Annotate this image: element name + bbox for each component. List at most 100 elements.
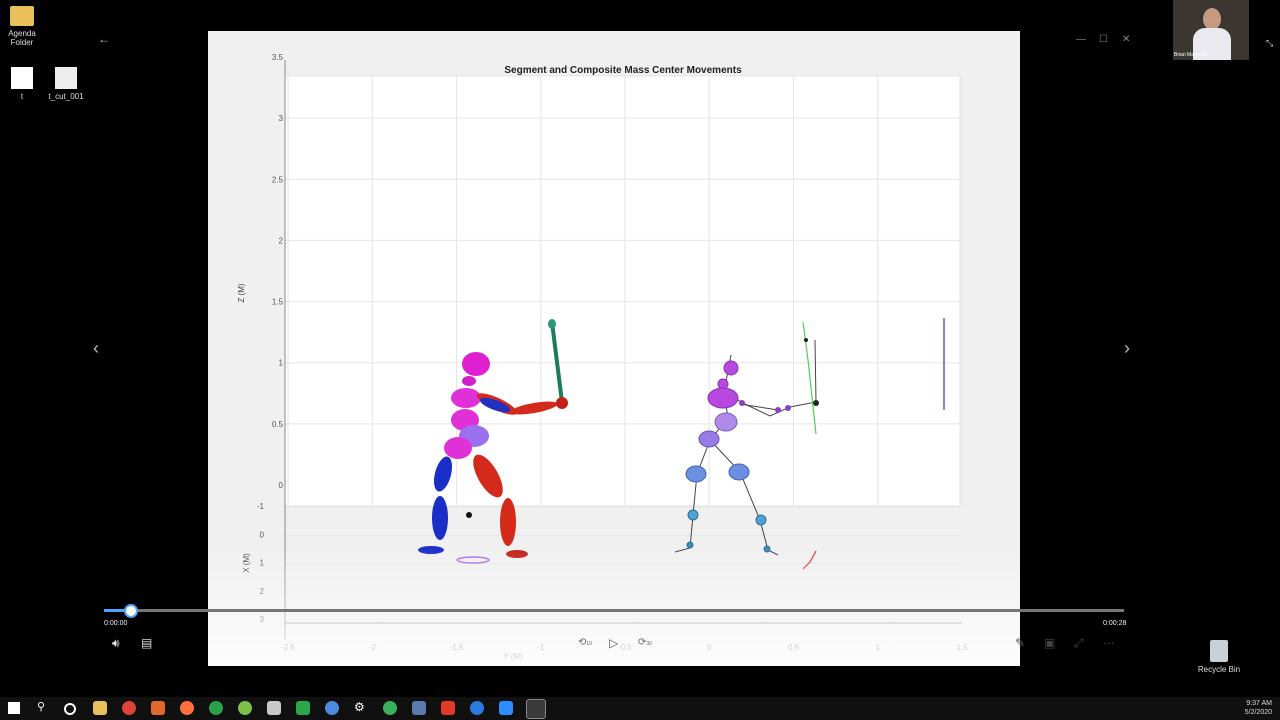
z-tick-label: 1 xyxy=(279,359,284,368)
z-tick-label: 1.5 xyxy=(272,298,284,307)
recycle-bin-icon xyxy=(1210,640,1228,662)
desktop-icon-recycle-bin[interactable]: Recycle Bin xyxy=(1189,640,1249,674)
z-tick-label: 0 xyxy=(279,481,284,490)
clock-time: 9:37 AM xyxy=(1246,700,1272,707)
forward-label: 30 xyxy=(646,641,652,647)
search-icon[interactable]: ⚲ xyxy=(37,700,51,714)
edit-icon[interactable]: ✎ xyxy=(1015,636,1025,650)
desktop-icon-t-cut-001[interactable]: t_cut_001 xyxy=(36,67,96,101)
y-tick-label: -1.5 xyxy=(450,643,464,652)
back-arrow-icon[interactable]: ← xyxy=(98,32,110,46)
x-axis-label: X (M) xyxy=(242,553,251,573)
x-tick-label: 2 xyxy=(260,587,265,596)
y-axis-label: Y (M) xyxy=(503,652,523,661)
forward-icon[interactable]: ⟳30 xyxy=(638,637,652,648)
miniplayer-icon[interactable]: ▣ xyxy=(1044,636,1055,650)
y-tick-labels: -2.5 -2 -1.5 -1 -0.5 0 0.5 1 1.5 xyxy=(281,643,968,652)
volume-icon[interactable]: 🔊︎ xyxy=(112,636,120,651)
y-tick-label: 0 xyxy=(707,643,712,652)
settings-icon[interactable]: ⚙ xyxy=(354,700,368,714)
captions-icon[interactable]: ▤ xyxy=(141,636,152,650)
webcam-expand-icon[interactable]: ⤡ xyxy=(1266,38,1273,49)
chart-plot: Segment and Composite Mass Center Moveme… xyxy=(237,53,968,661)
y-tick-label: 1 xyxy=(876,643,881,652)
seek-bar-thumb[interactable] xyxy=(123,604,138,618)
shank-blue xyxy=(432,496,448,540)
folder-icon xyxy=(10,6,34,26)
z-tick-label: 2 xyxy=(279,236,284,245)
x-tick-label: -1 xyxy=(257,502,265,511)
rewind-label: 10 xyxy=(586,641,592,647)
desktop-icon-label: t xyxy=(20,92,24,101)
more-icon[interactable]: ⋯ xyxy=(1103,636,1115,650)
webcam-feed xyxy=(1173,0,1249,60)
x-tick-label: 1 xyxy=(260,559,265,568)
x-tick-labels: -1 0 1 2 3 xyxy=(257,502,265,624)
person-silhouette xyxy=(1203,8,1221,30)
y-tick-label: -1 xyxy=(537,643,545,652)
z-tick-labels: 3.5 3 2.5 2 1.5 1 0.5 0 xyxy=(272,53,284,490)
system-clock[interactable]: 9:37 AM 5/2/2020 xyxy=(1245,699,1272,717)
chrome-icon[interactable] xyxy=(122,701,136,715)
next-arrow-icon[interactable]: › xyxy=(1124,338,1130,359)
app-blue-icon[interactable] xyxy=(470,701,484,715)
shank-red xyxy=(500,498,516,546)
total-time: 0:00:28 xyxy=(1103,620,1127,627)
z-tick-label: 0.5 xyxy=(272,420,284,429)
zoom-icon[interactable] xyxy=(499,701,513,715)
pelvis-segment xyxy=(444,437,472,459)
foot-blue xyxy=(418,546,444,554)
matlab-icon[interactable] xyxy=(151,701,165,715)
file-explorer-icon[interactable] xyxy=(93,701,107,715)
play-icon[interactable]: ▷ xyxy=(609,636,618,650)
z-axis-label: Z (M) xyxy=(237,283,246,302)
hand-segment xyxy=(556,397,568,409)
plot-area xyxy=(284,75,961,507)
webcam-name: Brian Manzella xyxy=(1174,52,1208,58)
upper-trunk-segment xyxy=(451,388,481,408)
app-green-icon[interactable] xyxy=(209,701,223,715)
z-tick-label: 2.5 xyxy=(272,175,284,184)
desktop-icon-label: Recycle Bin xyxy=(1197,665,1241,674)
taskbar: ⚲ ⚙ 9:37 AM 5/2/2020 xyxy=(0,697,1280,720)
calculator-icon[interactable] xyxy=(267,701,281,715)
camtasia-icon[interactable] xyxy=(296,701,310,715)
composite-mass-center xyxy=(466,512,472,518)
foot-red xyxy=(506,550,528,558)
seek-bar[interactable] xyxy=(104,604,1124,618)
ground-projection xyxy=(456,556,490,564)
minimize-icon[interactable]: — xyxy=(1076,34,1086,45)
previous-arrow-icon[interactable]: ‹ xyxy=(93,338,99,359)
photos-icon[interactable] xyxy=(412,701,426,715)
y-tick-label: -2 xyxy=(369,643,377,652)
cortana-icon[interactable] xyxy=(64,703,76,715)
y-tick-label: 1.5 xyxy=(956,643,968,652)
x-tick-label: 3 xyxy=(260,615,265,624)
firefox-icon[interactable] xyxy=(180,701,194,715)
fullscreen-icon[interactable]: ⤢ xyxy=(1074,636,1084,651)
app-s-icon[interactable] xyxy=(441,701,455,715)
desktop-icon-label: t_cut_001 xyxy=(48,92,84,101)
app-circle-icon[interactable] xyxy=(383,701,397,715)
close-icon[interactable]: ✕ xyxy=(1122,34,1130,45)
clock-date: 5/2/2020 xyxy=(1244,709,1272,716)
x-tick-label: 0 xyxy=(260,530,265,539)
windows-start-icon[interactable] xyxy=(8,702,20,714)
app-star-icon[interactable] xyxy=(325,701,339,715)
y-tick-label: -0.5 xyxy=(618,643,632,652)
current-time: 0:00:00 xyxy=(104,620,128,627)
desktop-icon-agenda-folder[interactable]: Agenda Folder xyxy=(0,6,52,47)
y-tick-label: 0.5 xyxy=(788,643,800,652)
maximize-icon[interactable]: ☐ xyxy=(1099,34,1108,45)
movies-tv-icon[interactable] xyxy=(526,699,546,719)
video-file-icon xyxy=(55,67,77,89)
chart-title: Segment and Composite Mass Center Moveme… xyxy=(504,65,742,76)
y-tick-label: -2.5 xyxy=(281,643,295,652)
z-tick-label: 3 xyxy=(279,114,284,123)
file-icon xyxy=(11,67,33,89)
android-icon[interactable] xyxy=(238,701,252,715)
neck-segment xyxy=(462,376,476,386)
rewind-icon[interactable]: ⟲10 xyxy=(578,637,592,648)
z-tick-label: 3.5 xyxy=(272,53,284,62)
video-frame[interactable]: Segment and Composite Mass Center Moveme… xyxy=(208,31,1020,666)
